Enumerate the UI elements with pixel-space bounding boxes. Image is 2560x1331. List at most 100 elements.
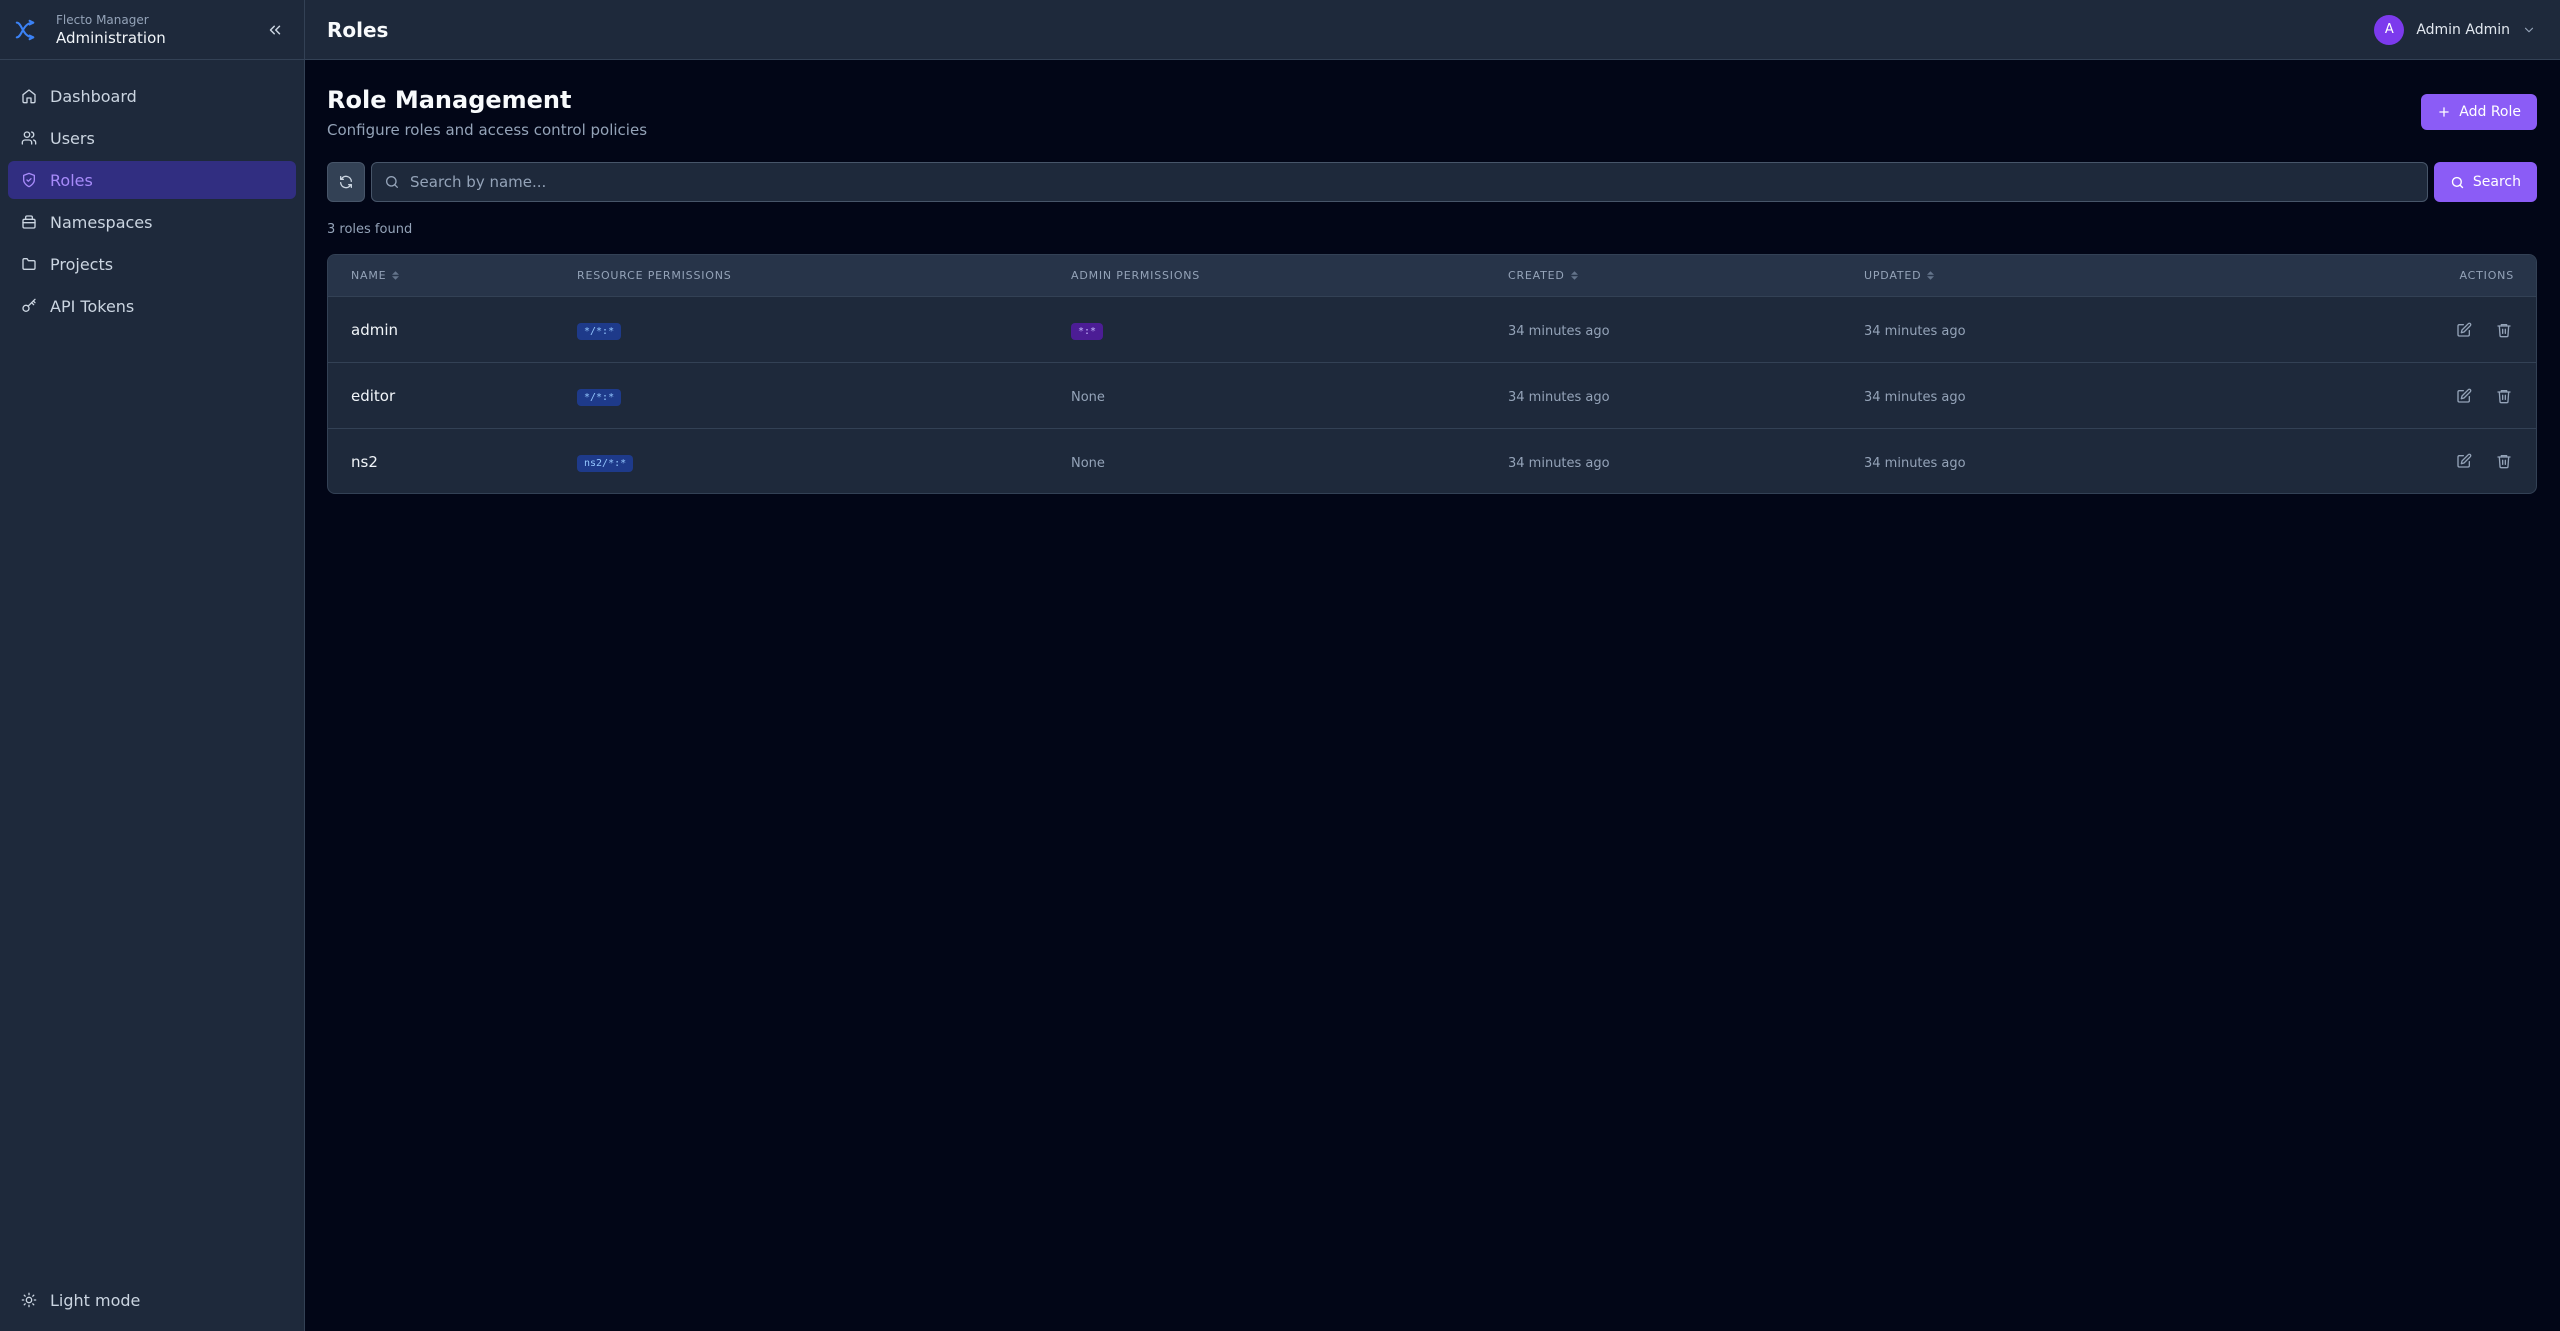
search-icon xyxy=(2451,176,2464,188)
light-mode-label: Light mode xyxy=(50,1290,141,1310)
sort-icon xyxy=(1570,271,1578,280)
refresh-icon xyxy=(340,175,352,189)
created-at: 34 minutes ago xyxy=(1508,455,1610,471)
brand-title: Administration xyxy=(56,28,166,47)
key-icon xyxy=(20,297,38,315)
sidebar-nav: Dashboard Users Roles Namespaces Project… xyxy=(0,60,304,325)
role-name: editor xyxy=(351,387,396,405)
chevron-down-icon xyxy=(2524,27,2534,32)
created-at: 34 minutes ago xyxy=(1508,324,1610,339)
trash-icon xyxy=(2497,389,2511,403)
updated-at: 34 minutes ago xyxy=(1864,390,1966,405)
sidebar-item-namespaces[interactable]: Namespaces xyxy=(8,203,296,241)
logo-icon xyxy=(15,19,35,40)
table-header: NAME RESOURCE PERMISSIONS ADMIN PERMISSI… xyxy=(328,255,2536,297)
page-heading: Role Management Configure roles and acce… xyxy=(327,84,647,139)
sidebar-item-api-tokens[interactable]: API Tokens xyxy=(8,287,296,325)
user-menu[interactable]: A Admin Admin xyxy=(2374,14,2536,45)
sidebar-item-label: API Tokens xyxy=(50,296,135,316)
collapse-sidebar-button[interactable] xyxy=(264,19,286,41)
brand-text: Flecto Manager Administration xyxy=(56,12,166,48)
delete-button[interactable] xyxy=(2494,386,2514,406)
resource-permission-chip: */*:* xyxy=(577,323,622,340)
light-mode-toggle[interactable]: Light mode xyxy=(8,1281,152,1319)
topbar: Roles A Admin Admin xyxy=(305,0,2560,60)
header-updated-label: UPDATED xyxy=(1864,269,1922,282)
add-role-button[interactable]: Add Role xyxy=(2421,94,2537,130)
chevrons-left-icon xyxy=(269,25,281,35)
add-role-label: Add Role xyxy=(2459,104,2521,120)
app-root: Flecto Manager Administration Dashboard xyxy=(0,0,2560,1331)
sidebar-item-projects[interactable]: Projects xyxy=(8,245,296,283)
content: Role Management Configure roles and acce… xyxy=(305,60,2560,494)
sun-icon xyxy=(20,1291,38,1309)
page-header: Role Management Configure roles and acce… xyxy=(327,84,2537,139)
edit-button[interactable] xyxy=(2454,386,2474,406)
page-title: Role Management xyxy=(327,86,572,114)
admin-permission-text: None xyxy=(1071,455,1105,471)
sidebar-item-dashboard[interactable]: Dashboard xyxy=(8,77,296,115)
header-updated[interactable]: UPDATED xyxy=(1864,269,2269,282)
role-name: admin xyxy=(351,321,398,339)
updated-at: 34 minutes ago xyxy=(1864,455,1966,471)
main-area: Roles A Admin Admin Role Management Conf… xyxy=(305,0,2560,1331)
users-icon xyxy=(20,129,38,147)
resource-permission-chip: ns2/*:* xyxy=(577,454,634,472)
trash-icon xyxy=(2497,323,2511,337)
folder-icon xyxy=(20,255,38,273)
sidebar-item-label: Roles xyxy=(50,170,93,190)
avatar: A xyxy=(2374,14,2405,45)
trash-icon xyxy=(2497,455,2511,469)
header-admin-permissions: ADMIN PERMISSIONS xyxy=(1071,269,1201,282)
page-subtitle: Configure roles and access control polic… xyxy=(327,121,648,139)
sidebar-item-label: Users xyxy=(50,128,95,148)
delete-button[interactable] xyxy=(2494,451,2514,471)
refresh-button[interactable] xyxy=(327,162,365,202)
brand-subtitle: Flecto Manager xyxy=(56,12,149,27)
table-row: ns2 ns2/*:* None 34 minutes ago 34 minut… xyxy=(328,429,2536,493)
sidebar-item-users[interactable]: Users xyxy=(8,119,296,157)
home-icon xyxy=(20,87,38,105)
sidebar-item-label: Projects xyxy=(50,254,114,274)
header-created-label: CREATED xyxy=(1508,269,1565,282)
edit-icon xyxy=(2457,453,2472,468)
table-row: admin */*:* *:* 34 minutes ago 34 minute… xyxy=(328,297,2536,363)
table-row: editor */*:* None 34 minutes ago 34 minu… xyxy=(328,363,2536,429)
roles-table: NAME RESOURCE PERMISSIONS ADMIN PERMISSI… xyxy=(327,254,2537,494)
header-created[interactable]: CREATED xyxy=(1508,269,1864,282)
delete-button[interactable] xyxy=(2494,320,2514,340)
user-name: Admin Admin xyxy=(2416,21,2510,38)
created-at: 34 minutes ago xyxy=(1508,390,1610,405)
edit-icon xyxy=(2457,388,2472,403)
role-name: ns2 xyxy=(351,452,378,471)
edit-button[interactable] xyxy=(2454,320,2474,340)
brand: Flecto Manager Administration xyxy=(0,0,304,60)
shield-icon xyxy=(20,171,38,189)
admin-permission-chip: *:* xyxy=(1071,323,1104,340)
sort-icon xyxy=(392,271,400,280)
search-button-label: Search xyxy=(2472,174,2521,190)
search-button[interactable]: Search xyxy=(2433,162,2537,202)
box-icon xyxy=(20,213,38,231)
topbar-title: Roles xyxy=(327,17,389,42)
header-name[interactable]: NAME xyxy=(328,269,577,282)
header-name-label: NAME xyxy=(351,269,387,282)
plus-icon xyxy=(2439,107,2449,117)
sort-icon xyxy=(1927,271,1935,280)
search-icon xyxy=(386,176,398,188)
search-input[interactable] xyxy=(410,173,2415,191)
resource-permission-chip: */*:* xyxy=(577,389,622,406)
sidebar: Flecto Manager Administration Dashboard xyxy=(0,0,305,1331)
search-box xyxy=(371,162,2428,202)
search-row: Search xyxy=(327,162,2537,202)
admin-permission-text: None xyxy=(1071,390,1105,405)
edit-icon xyxy=(2457,322,2472,337)
sidebar-item-roles[interactable]: Roles xyxy=(8,161,296,199)
header-resource-permissions: RESOURCE PERMISSIONS xyxy=(577,269,732,282)
sidebar-item-label: Dashboard xyxy=(50,86,137,106)
sidebar-item-label: Namespaces xyxy=(50,212,153,232)
result-count: 3 roles found xyxy=(327,222,413,237)
header-actions: ACTIONS xyxy=(2459,269,2514,282)
updated-at: 34 minutes ago xyxy=(1864,324,1966,339)
edit-button[interactable] xyxy=(2454,451,2474,471)
